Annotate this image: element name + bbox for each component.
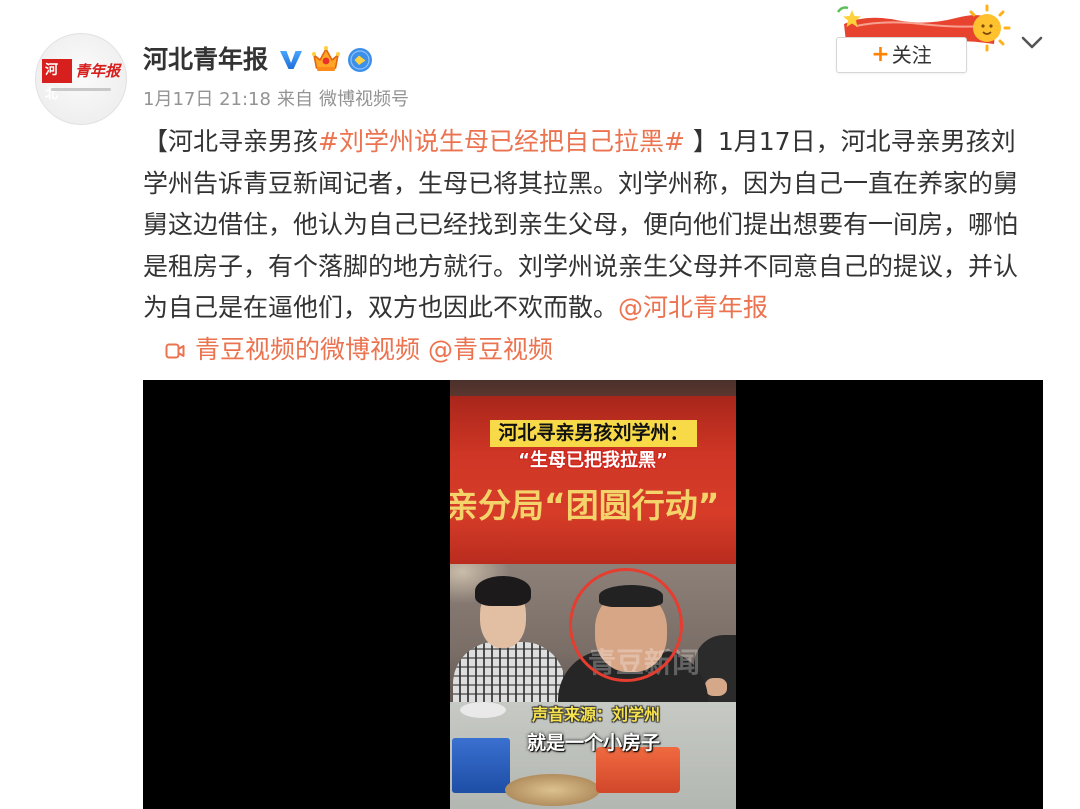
avatar-logo-subline <box>51 88 111 91</box>
table-bowls <box>460 702 506 718</box>
post-time-link[interactable]: 1月17日 21:18 <box>143 89 271 110</box>
video-player[interactable]: 亲分局“团圆行动” 河北寻亲男孩刘学州： “生母已把我拉黑” 青豆新闻 声音来源… <box>143 380 1043 809</box>
mention-link-hebei-youth-daily[interactable]: @河北青年报 <box>618 293 768 322</box>
author-avatar[interactable]: 河北 青年报 <box>35 33 127 125</box>
post-text-segment: 】1月17日，河北寻亲男孩刘学州告诉青豆新闻记者，生母已将其拉黑。刘学州称，因为… <box>143 127 1019 323</box>
table-plate <box>505 774 600 806</box>
video-link-icon <box>165 343 185 359</box>
honor-circle-icon[interactable] <box>347 47 373 77</box>
subtitle-line: 就是一个小房子 <box>527 732 661 754</box>
banner-text: 亲分局“团圆行动” <box>450 486 720 525</box>
highlight-circle <box>569 568 683 682</box>
video-caption-title: 河北寻亲男孩刘学州： <box>490 420 697 447</box>
avatar-logo-mark: 河北 <box>42 59 72 102</box>
crown-badge-icon[interactable] <box>310 44 342 78</box>
post-content: 【河北寻亲男孩#刘学州说生母已经把自己拉黑# 】1月17日，河北寻亲男孩刘学州告… <box>143 121 1035 371</box>
avatar-logo: 河北 青年报 <box>42 59 120 102</box>
mention-link-qingdou-video[interactable]: @青豆视频 <box>428 335 553 364</box>
hashtag-link[interactable]: #刘学州说生母已经把自己拉黑# <box>318 127 685 156</box>
post-source-link[interactable]: 微博视频号 <box>319 89 409 110</box>
follow-plus-icon: + <box>871 42 890 67</box>
subtitle-source: 声音来源：刘学州 <box>532 705 661 724</box>
video-source-link-label: 青豆视频的微博视频 <box>195 334 421 364</box>
follow-label: 关注 <box>891 43 932 67</box>
verified-v-icon[interactable] <box>279 49 303 75</box>
person-left-hair <box>475 576 531 606</box>
avatar-logo-title: 青年报 <box>74 62 120 80</box>
person-right-hand <box>705 678 727 696</box>
table-blue-box <box>452 738 510 793</box>
post-meta: 1月17日 21:18 来自 微博视频号 <box>143 88 415 112</box>
video-source-link[interactable]: 青豆视频的微博视频 <box>165 335 420 364</box>
follow-button[interactable]: + 关注 <box>836 37 967 73</box>
video-frame: 亲分局“团圆行动” 河北寻亲男孩刘学州： “生母已把我拉黑” 青豆新闻 声音来源… <box>450 380 736 809</box>
chevron-down-icon[interactable] <box>1020 34 1044 56</box>
author-name[interactable]: 河北青年报 <box>143 44 268 76</box>
post-text-segment: 【河北寻亲男孩 <box>143 127 319 156</box>
from-label: 来自 <box>276 89 313 110</box>
video-caption-quote: “生母已把我拉黑” <box>518 450 668 471</box>
